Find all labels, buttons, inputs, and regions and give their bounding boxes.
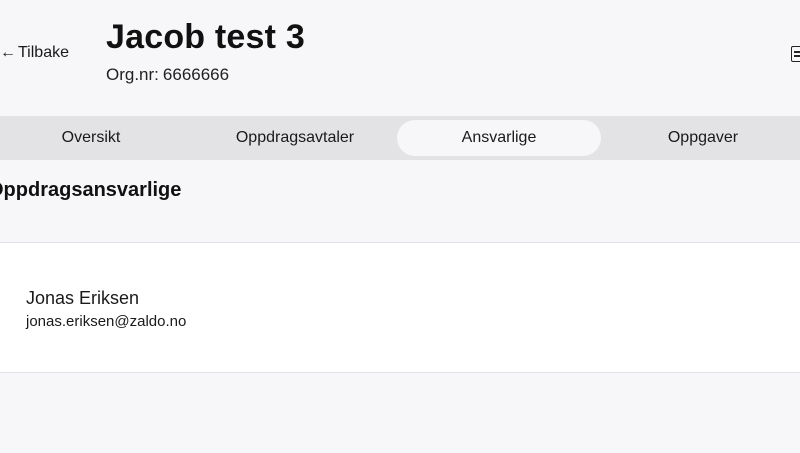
arrow-left-icon: ←: [0, 44, 16, 61]
document-icon[interactable]: [791, 46, 800, 62]
page-title: Jacob test 3: [106, 18, 305, 56]
section-heading: Oppdragsansvarlige: [0, 179, 182, 201]
tab-oversikt[interactable]: Oversikt: [0, 120, 193, 156]
org-number: Org.nr: 6666666: [106, 65, 229, 85]
tab-ansvarlige[interactable]: Ansvarlige: [397, 120, 601, 156]
tab-oppdragsavtaler[interactable]: Oppdragsavtaler: [193, 120, 397, 156]
org-number-label: Org.nr:: [106, 65, 159, 84]
tab-bar: Oversikt Oppdragsavtaler Ansvarlige Oppg…: [0, 116, 800, 160]
back-label: Tilbake: [18, 44, 69, 61]
person-name: Jonas Eriksen: [26, 288, 140, 308]
person-email: jonas.eriksen@zaldo.no: [26, 313, 187, 330]
back-link[interactable]: ← Tilbake: [0, 44, 69, 62]
tab-oppgaver[interactable]: Oppgaver: [601, 120, 800, 156]
responsible-card: Jonas Eriksen jonas.eriksen@zaldo.no: [0, 242, 800, 373]
org-number-value: 6666666: [162, 65, 230, 84]
